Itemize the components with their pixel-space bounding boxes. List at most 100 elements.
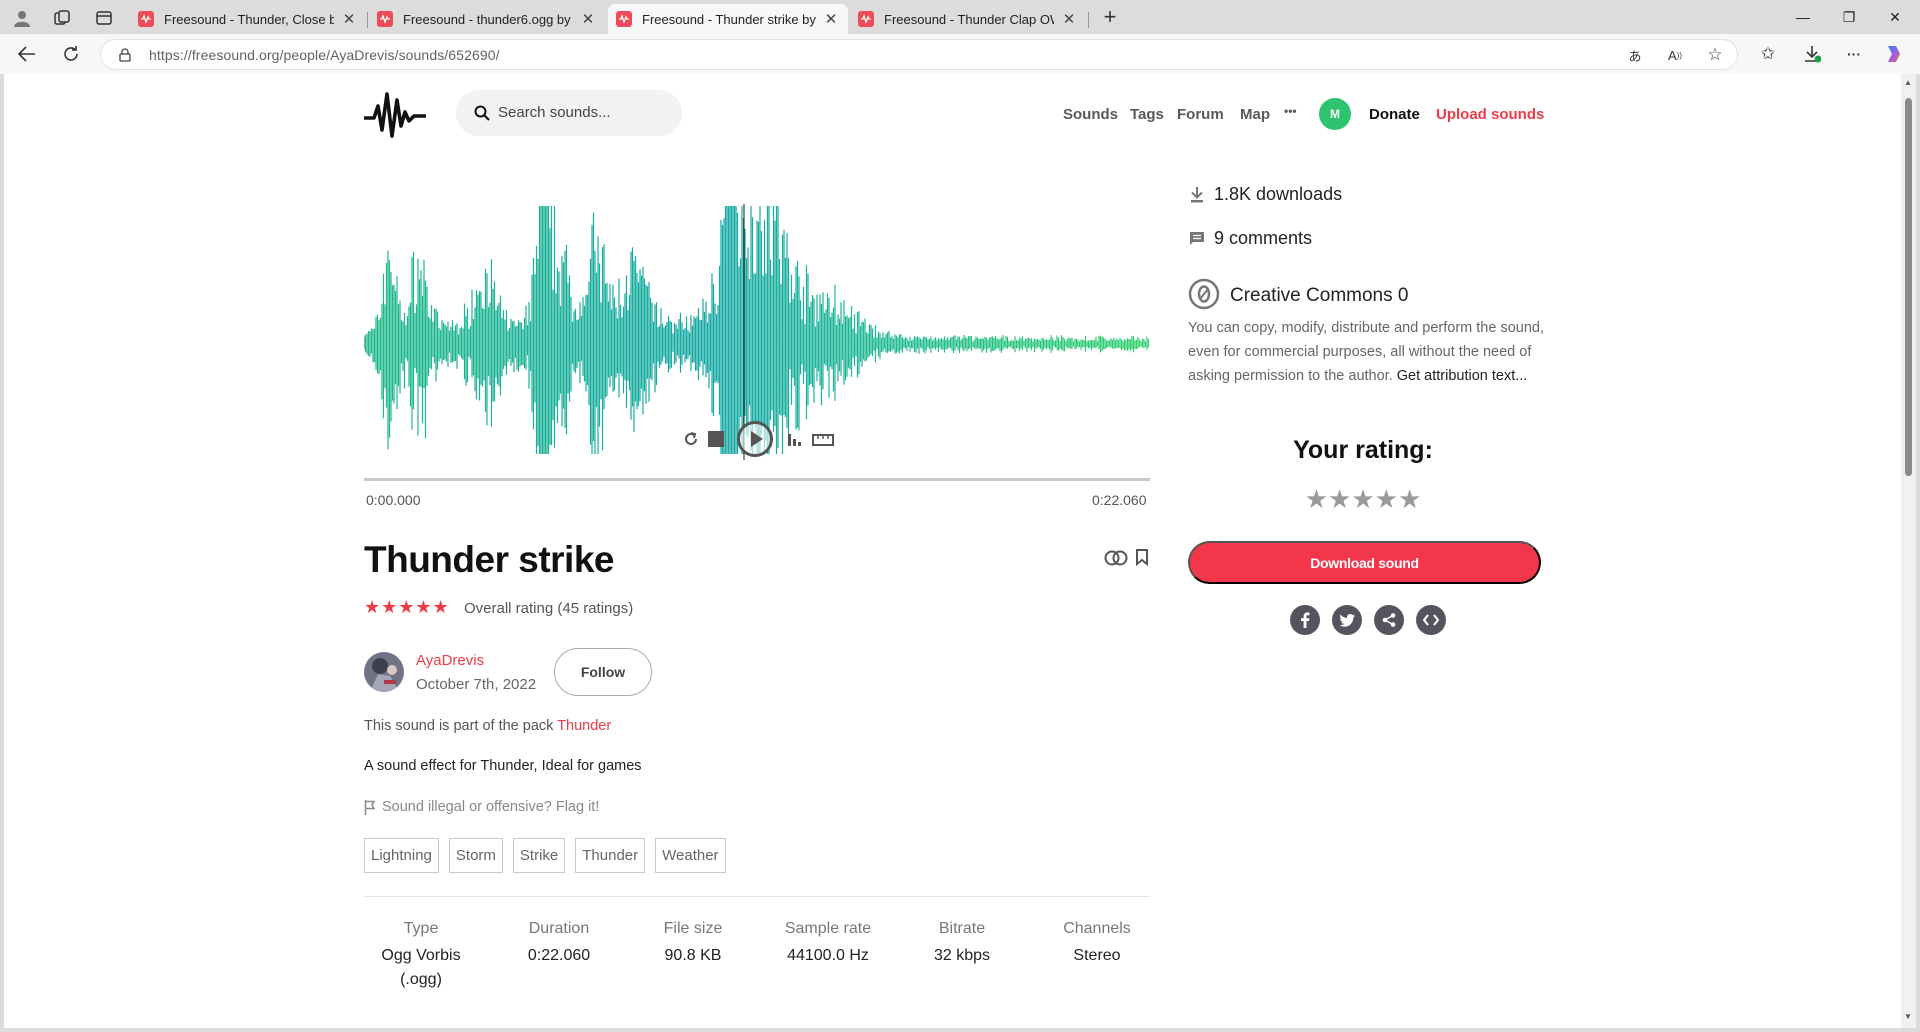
tag-storm[interactable]: Storm (448, 838, 503, 873)
attribution-link[interactable]: Get attribution text... (1397, 368, 1528, 384)
downloads-text: 1.8K downloads (1214, 184, 1343, 204)
flag-link[interactable]: Sound illegal or offensive? Flag it! (364, 799, 599, 815)
nav-more-icon[interactable]: ••• (1284, 104, 1297, 118)
new-tab-icon[interactable]: + (1098, 4, 1122, 29)
nav-sounds[interactable]: Sounds (1063, 106, 1118, 123)
meta-label: Sample rate (784, 920, 872, 937)
minimize-icon[interactable]: — (1780, 0, 1826, 34)
embed-code-icon[interactable] (1416, 605, 1446, 635)
nav-map[interactable]: Map (1240, 106, 1270, 123)
close-tab-icon[interactable]: ✕ (1060, 10, 1078, 28)
meta-sample-rate: Sample rate 44100.0 Hz (763, 920, 893, 968)
share-icon[interactable] (1374, 605, 1404, 635)
vertical-tabs-icon[interactable] (92, 6, 116, 30)
tag-weather[interactable]: Weather (655, 838, 726, 873)
page-scrollbar[interactable]: ▲ ▼ (1901, 74, 1916, 1028)
upload-date: October 7th, 2022 (416, 676, 537, 693)
time-end: 0:22.060 (1092, 492, 1147, 508)
bookmark-icon[interactable] (1135, 549, 1149, 571)
tab-title: Freesound - Thunder strike by Ay (642, 11, 816, 27)
profile-icon[interactable] (10, 6, 34, 30)
tag-lightning[interactable]: Lightning (364, 838, 439, 873)
nav-forum[interactable]: Forum (1177, 106, 1224, 123)
license-description: You can copy, modify, distribute and per… (1188, 316, 1548, 388)
downloads-stat[interactable]: 1.8K downloads (1190, 184, 1342, 205)
donate-link[interactable]: Donate (1369, 106, 1420, 123)
scroll-down-icon[interactable]: ▼ (1904, 1012, 1912, 1021)
author-avatar[interactable] (364, 652, 404, 692)
comments-text: 9 comments (1214, 228, 1313, 248)
twitter-share-icon[interactable] (1332, 605, 1362, 635)
close-tab-icon[interactable]: ✕ (822, 10, 840, 28)
restore-icon[interactable]: ❐ (1826, 0, 1872, 34)
meta-label: Bitrate (938, 920, 986, 937)
facebook-share-icon[interactable] (1290, 605, 1320, 635)
freesound-favicon (138, 11, 154, 27)
workspaces-icon[interactable] (50, 6, 74, 30)
scroll-up-icon[interactable]: ▲ (1904, 78, 1912, 87)
search-input[interactable]: Search sounds... (456, 90, 682, 136)
favorites-icon[interactable]: ✩ (1756, 42, 1780, 66)
close-window-icon[interactable]: ✕ (1872, 0, 1918, 34)
tab-title: Freesound - Thunder, Close by Fi (164, 11, 334, 27)
copilot-icon[interactable] (1882, 42, 1906, 66)
cc-zero-icon (1188, 278, 1220, 315)
follow-button[interactable]: Follow (554, 648, 652, 696)
author-username[interactable]: AyaDrevis (416, 652, 484, 669)
meta-value: Ogg Vorbis (.ogg) (381, 947, 461, 988)
rate-stars-input[interactable]: ★★★★★ (1188, 484, 1538, 515)
freesound-logo[interactable] (362, 88, 428, 145)
nav-tags[interactable]: Tags (1130, 106, 1164, 123)
freesound-favicon (616, 11, 632, 27)
lock-icon[interactable] (117, 47, 133, 63)
waveform-bars (364, 206, 1150, 454)
pack-link[interactable]: Thunder (557, 718, 611, 734)
more-menu-icon[interactable]: ··· (1842, 42, 1866, 66)
similar-sounds-icon[interactable] (1104, 550, 1128, 571)
downloads-icon[interactable] (1800, 42, 1824, 66)
favorite-star-icon[interactable]: ☆ (1705, 45, 1725, 65)
close-tab-icon[interactable]: ✕ (340, 10, 358, 28)
url-text: https://freesound.org/people/AyaDrevis/s… (149, 47, 500, 63)
tab-thunder-strike[interactable]: Freesound - Thunder strike by Ay ✕ (608, 4, 848, 34)
tab-thunder-close[interactable]: Freesound - Thunder, Close by Fi ✕ (130, 4, 366, 34)
tag-list: Lightning Storm Strike Thunder Weather (364, 838, 726, 873)
waveform-path (364, 206, 1150, 454)
tab-thunder6[interactable]: Freesound - thunder6.ogg by Josi ✕ (369, 4, 605, 34)
comments-stat[interactable]: 9 comments (1190, 228, 1312, 249)
ruler-icon[interactable] (812, 433, 834, 451)
back-icon[interactable] (14, 42, 40, 66)
tag-strike[interactable]: Strike (512, 838, 566, 873)
tab-thunder-clap[interactable]: Freesound - Thunder Clap OWB K ✕ (850, 4, 1086, 34)
meta-value: 44100.0 Hz (787, 947, 869, 964)
tab-bar: Freesound - Thunder, Close by Fi ✕ Frees… (0, 0, 1920, 34)
tab-title: Freesound - Thunder Clap OWB K (884, 11, 1054, 27)
play-icon[interactable] (736, 420, 774, 463)
tab-divider (1088, 12, 1089, 28)
time-start: 0:00.000 (366, 492, 421, 508)
upload-sounds-link[interactable]: Upload sounds (1436, 106, 1544, 123)
progress-bar[interactable] (364, 478, 1150, 481)
meta-label: Type (403, 920, 439, 937)
tag-thunder[interactable]: Thunder (575, 838, 646, 873)
license-title[interactable]: Creative Commons 0 (1230, 285, 1408, 307)
meta-label: Channels (1063, 920, 1131, 937)
close-tab-icon[interactable]: ✕ (579, 10, 597, 28)
refresh-icon[interactable] (58, 42, 84, 66)
freesound-favicon (858, 11, 874, 27)
sound-description: A sound effect for Thunder, Ideal for ga… (364, 758, 642, 774)
translate-icon[interactable]: あ (1625, 45, 1645, 65)
loop-icon[interactable] (682, 430, 700, 453)
read-aloud-icon[interactable]: A)) (1665, 45, 1685, 65)
scrollbar-thumb[interactable] (1905, 98, 1912, 476)
overall-rating-text: Overall rating (45 ratings) (464, 600, 634, 617)
stop-icon[interactable] (708, 431, 724, 447)
user-avatar-button[interactable]: M (1319, 98, 1351, 130)
freesound-favicon (377, 11, 393, 27)
download-sound-button[interactable]: Download sound (1188, 541, 1541, 584)
overall-rating-stars: ★★★★★ (364, 597, 450, 617)
your-rating-heading: Your rating: (1293, 436, 1433, 464)
spectrogram-icon[interactable] (786, 430, 804, 453)
address-bar[interactable]: https://freesound.org/people/AyaDrevis/s… (100, 39, 1738, 70)
divider (364, 896, 1150, 897)
